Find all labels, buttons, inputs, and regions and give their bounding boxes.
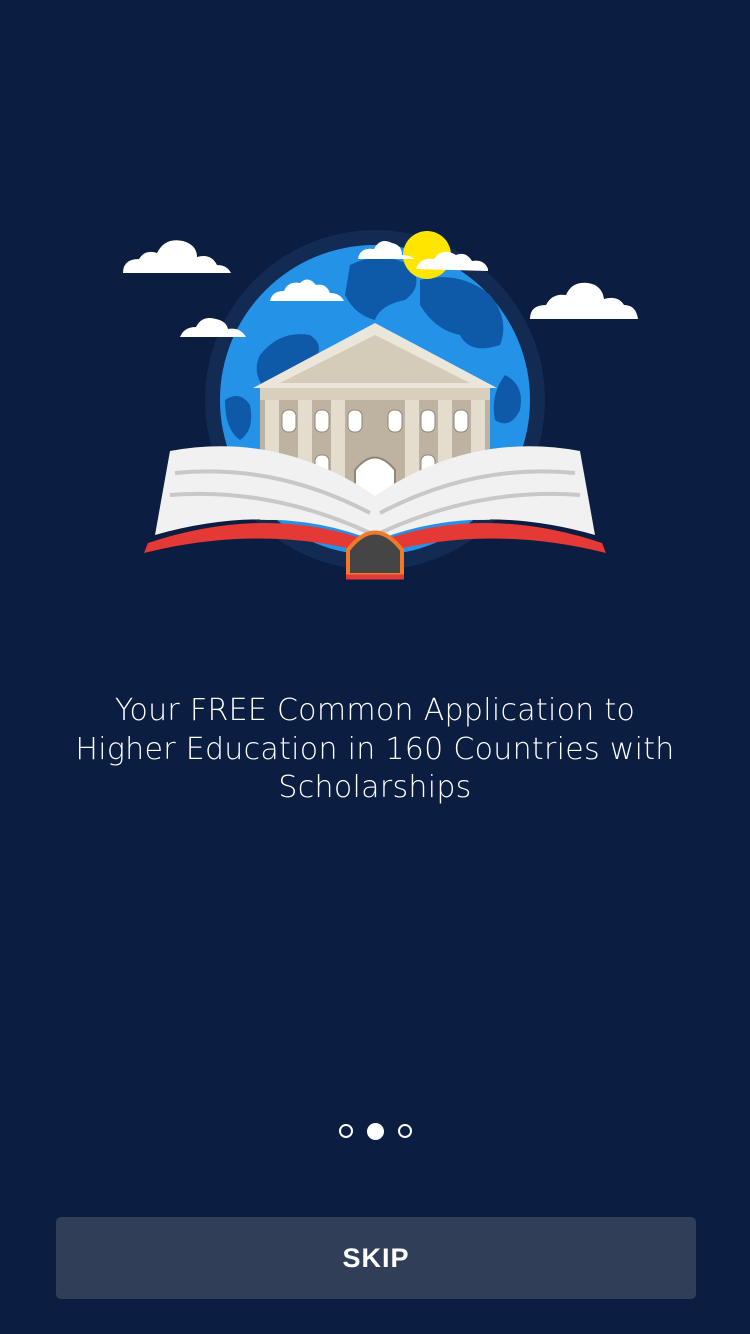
- onboarding-screen: Your FREE Common Application to Higher E…: [0, 0, 750, 1334]
- cloud-icon: [123, 240, 231, 273]
- page-dot-3[interactable]: [397, 1124, 412, 1138]
- skip-button[interactable]: SKIP: [56, 1217, 696, 1299]
- page-dot-1[interactable]: [338, 1124, 353, 1138]
- page-indicator: [0, 1123, 750, 1144]
- globe-book-university-illustration: [123, 230, 638, 580]
- cloud-icon: [530, 282, 638, 319]
- page-dot-2-active[interactable]: [366, 1123, 384, 1140]
- onboarding-tagline: Your FREE Common Application to Higher E…: [75, 693, 675, 805]
